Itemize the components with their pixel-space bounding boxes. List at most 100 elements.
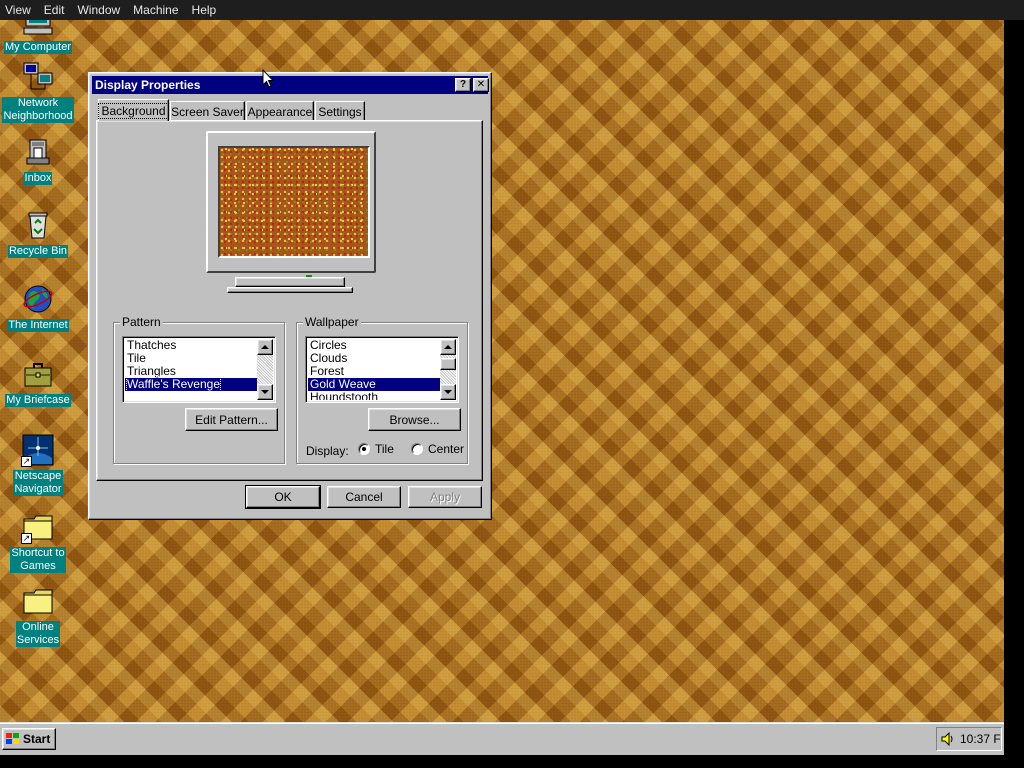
display-tile-radio[interactable]: Tile bbox=[358, 442, 394, 456]
help-icon: ? bbox=[459, 79, 467, 90]
speaker-icon[interactable] bbox=[940, 732, 954, 746]
desktop-icon-netscape-navigator[interactable]: ↗ Netscape Navigator bbox=[1, 433, 75, 496]
radio-dot bbox=[362, 447, 366, 451]
dialog-title: Display Properties bbox=[95, 78, 201, 92]
desktop-icon-label: Network Neighborhood bbox=[2, 97, 74, 123]
pattern-legend: Pattern bbox=[120, 315, 163, 329]
desktop-icon-shortcut-to-games[interactable]: ↗ Shortcut to Games bbox=[1, 510, 75, 573]
cancel-button[interactable]: Cancel bbox=[327, 486, 401, 508]
scroll-up-button[interactable] bbox=[257, 339, 273, 355]
wallpaper-list-items: Circles Clouds Forest Gold Weave Houndst… bbox=[308, 339, 440, 400]
host-menu-edit[interactable]: Edit bbox=[39, 0, 70, 20]
monitor-stand bbox=[235, 277, 345, 287]
shortcut-arrow-icon: ↗ bbox=[21, 533, 32, 544]
desktop-icon-label: My Briefcase bbox=[5, 394, 71, 407]
desktop-icon-label: Netscape Navigator bbox=[13, 470, 63, 496]
scroll-up-icon bbox=[444, 345, 452, 349]
browse-button[interactable]: Browse... bbox=[368, 408, 461, 431]
edit-pattern-button[interactable]: Edit Pattern... bbox=[185, 408, 278, 431]
close-icon: ✕ bbox=[476, 79, 486, 90]
desktop-icon-label: Online Services bbox=[15, 621, 61, 647]
wallpaper-preview-monitor bbox=[206, 131, 376, 278]
desktop-icon-label: Recycle Bin bbox=[7, 245, 69, 258]
tab-appearance[interactable]: Appearance bbox=[246, 101, 314, 121]
help-button[interactable]: ? bbox=[455, 78, 471, 92]
host-menu-window[interactable]: Window bbox=[72, 0, 125, 20]
recycle-bin-icon bbox=[21, 208, 55, 242]
host-menubar: View Edit Window Machine Help bbox=[0, 0, 1024, 20]
tab-screen-saver[interactable]: Screen Saver bbox=[170, 101, 245, 121]
host-menu-help[interactable]: Help bbox=[187, 0, 222, 20]
desktop-icon-my-briefcase[interactable]: My Briefcase bbox=[1, 357, 75, 407]
briefcase-icon bbox=[21, 357, 55, 391]
scroll-down-icon bbox=[444, 390, 452, 394]
wallpaper-group: Wallpaper Circles Clouds Forest Gold Wea… bbox=[296, 315, 468, 464]
host-menu-machine[interactable]: Machine bbox=[128, 0, 183, 20]
desktop-icon-the-internet[interactable]: The Internet bbox=[1, 282, 75, 332]
display-center-radio[interactable]: Center bbox=[411, 442, 464, 456]
wallpaper-listbox[interactable]: Circles Clouds Forest Gold Weave Houndst… bbox=[305, 336, 459, 403]
system-tray: 10:37 F bbox=[936, 727, 1002, 751]
apply-button[interactable]: Apply bbox=[408, 486, 482, 508]
list-item-selected[interactable]: Waffle's Revenge bbox=[125, 376, 257, 392]
display-label: Display: bbox=[306, 444, 349, 458]
ok-button[interactable]: OK bbox=[245, 485, 321, 509]
windows-logo-icon bbox=[6, 733, 20, 745]
ok-label: OK bbox=[274, 490, 292, 504]
radio-circle bbox=[411, 443, 423, 455]
desktop-icon-label: Inbox bbox=[23, 172, 53, 185]
scroll-down-button[interactable] bbox=[440, 384, 456, 400]
wallpaper-preview-screen bbox=[218, 146, 370, 258]
list-item[interactable]: Houndstooth bbox=[308, 391, 440, 401]
desktop-icon-my-computer[interactable]: My Computer bbox=[1, 20, 75, 54]
tab-label: Settings bbox=[318, 104, 362, 119]
mouse-cursor-icon bbox=[262, 69, 274, 88]
pattern-group: Pattern Thatches Tile Triangles Waffle's… bbox=[113, 315, 285, 464]
pattern-list-items: Thatches Tile Triangles Waffle's Revenge bbox=[125, 339, 257, 400]
desktop-icon-inbox[interactable]: Inbox bbox=[1, 135, 75, 185]
background-tab-panel: Pattern Thatches Tile Triangles Waffle's… bbox=[96, 120, 483, 481]
wallpaper-scrollbar[interactable] bbox=[440, 339, 456, 400]
tab-settings[interactable]: Settings bbox=[315, 101, 365, 121]
tab-background[interactable]: Background bbox=[98, 99, 169, 121]
wallpaper-legend: Wallpaper bbox=[303, 315, 361, 329]
radio-label: Tile bbox=[375, 442, 394, 456]
shortcut-arrow-icon: ↗ bbox=[21, 456, 32, 467]
scroll-up-icon bbox=[261, 345, 269, 349]
desktop-icon-label: The Internet bbox=[7, 319, 69, 332]
desktop-icon-network-neighborhood[interactable]: Network Neighborhood bbox=[1, 60, 75, 123]
host-menu-view[interactable]: View bbox=[0, 0, 36, 20]
scroll-up-button[interactable] bbox=[440, 339, 456, 355]
monitor-base bbox=[227, 287, 353, 293]
edit-pattern-label: Edit Pattern... bbox=[195, 412, 268, 427]
internet-globe-icon bbox=[21, 282, 55, 316]
scroll-thumb[interactable] bbox=[440, 358, 456, 370]
start-button[interactable]: Start bbox=[2, 728, 56, 750]
netscape-navigator-icon: ↗ bbox=[21, 433, 55, 467]
clock[interactable]: 10:37 F bbox=[960, 732, 1001, 746]
desktop-icon-label: Shortcut to Games bbox=[10, 547, 66, 573]
tab-label: Background bbox=[98, 102, 169, 119]
scroll-down-button[interactable] bbox=[257, 384, 273, 400]
close-button[interactable]: ✕ bbox=[473, 78, 489, 92]
folder-icon bbox=[21, 584, 55, 618]
scroll-down-icon bbox=[261, 390, 269, 394]
screen-border-bottom bbox=[0, 755, 1004, 768]
list-item-label: Waffle's Revenge bbox=[125, 376, 222, 392]
desktop-icon-online-services[interactable]: Online Services bbox=[1, 584, 75, 647]
tab-label: Appearance bbox=[247, 104, 313, 119]
pattern-listbox[interactable]: Thatches Tile Triangles Waffle's Revenge bbox=[122, 336, 276, 403]
browse-label: Browse... bbox=[389, 412, 440, 427]
apply-label: Apply bbox=[429, 490, 461, 504]
dialog-titlebar[interactable]: Display Properties ? ✕ bbox=[92, 76, 489, 94]
radio-label: Center bbox=[428, 442, 465, 456]
taskbar: Start 10:37 F bbox=[0, 722, 1004, 755]
pattern-scrollbar[interactable] bbox=[257, 339, 273, 400]
desktop-icon-label: My Computer bbox=[3, 41, 73, 54]
list-item-label: Gold Weave bbox=[310, 377, 376, 391]
network-neighborhood-icon bbox=[21, 60, 55, 94]
tab-label: Screen Saver bbox=[171, 104, 244, 119]
monitor-body bbox=[206, 131, 376, 273]
desktop-icon-recycle-bin[interactable]: Recycle Bin bbox=[1, 208, 75, 258]
display-properties-dialog: Display Properties ? ✕ Background Screen… bbox=[88, 72, 492, 520]
